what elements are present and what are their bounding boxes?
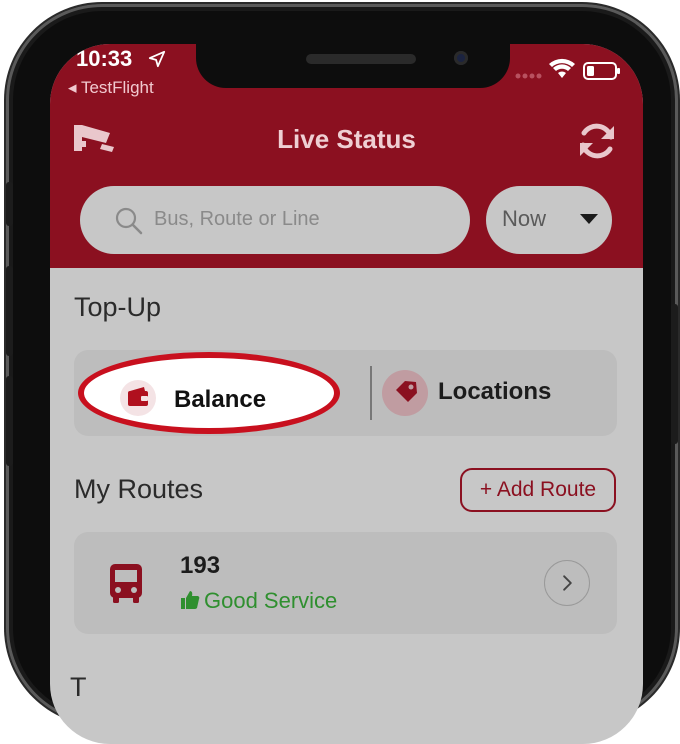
battery-icon bbox=[583, 62, 620, 80]
signal-icon bbox=[515, 73, 542, 79]
power-button bbox=[671, 304, 678, 444]
time-filter-value: Now bbox=[502, 206, 547, 231]
wallet-icon bbox=[120, 380, 156, 416]
refresh-icon[interactable] bbox=[576, 120, 618, 162]
time-filter-dropdown[interactable]: Now bbox=[486, 186, 612, 254]
search-icon bbox=[115, 207, 143, 235]
caret-down-icon bbox=[580, 214, 598, 224]
page-title: Live Status bbox=[277, 124, 416, 154]
device-notch bbox=[196, 44, 510, 88]
app-header: 10:33 ◂ TestFlight Live Status Bus, Rout… bbox=[50, 44, 643, 268]
topup-heading: Top-Up bbox=[74, 292, 162, 322]
front-camera bbox=[454, 51, 468, 65]
next-section-heading: T bbox=[70, 672, 87, 702]
search-placeholder: Bus, Route or Line bbox=[154, 208, 320, 230]
route-card[interactable]: 193 Good Service bbox=[74, 532, 617, 634]
back-to-testflight[interactable]: ◂ TestFlight bbox=[68, 78, 154, 98]
location-arrow-icon bbox=[148, 50, 166, 68]
earpiece bbox=[306, 54, 416, 64]
wifi-icon bbox=[549, 58, 575, 78]
chevron-right-icon bbox=[563, 575, 572, 591]
route-number: 193 bbox=[180, 552, 221, 579]
mute-switch bbox=[6, 182, 13, 226]
volume-down-button bbox=[6, 376, 13, 466]
app-screen: 10:33 ◂ TestFlight Live Status Bus, Rout… bbox=[50, 44, 643, 744]
phone-frame: 10:33 ◂ TestFlight Live Status Bus, Rout… bbox=[6, 4, 678, 744]
topup-card: Balance Locations bbox=[74, 350, 617, 436]
route-chevron-button[interactable] bbox=[544, 560, 590, 606]
location-tag-icon[interactable] bbox=[382, 370, 428, 416]
route-status: Good Service bbox=[180, 588, 337, 614]
route-status-text: Good Service bbox=[204, 588, 338, 613]
topup-divider bbox=[370, 366, 372, 420]
status-time: 10:33 bbox=[76, 46, 133, 71]
search-field[interactable]: Bus, Route or Line bbox=[80, 186, 470, 254]
add-route-button[interactable]: + Add Route bbox=[460, 468, 616, 512]
status-indicators bbox=[515, 58, 620, 80]
balance-button[interactable]: Balance bbox=[78, 352, 340, 434]
balance-label: Balance bbox=[174, 386, 267, 413]
thumbs-up-icon bbox=[181, 591, 200, 609]
my-routes-heading: My Routes bbox=[74, 474, 204, 504]
bus-icon bbox=[110, 564, 142, 603]
locations-button[interactable]: Locations bbox=[438, 378, 551, 406]
volume-up-button bbox=[6, 266, 13, 356]
